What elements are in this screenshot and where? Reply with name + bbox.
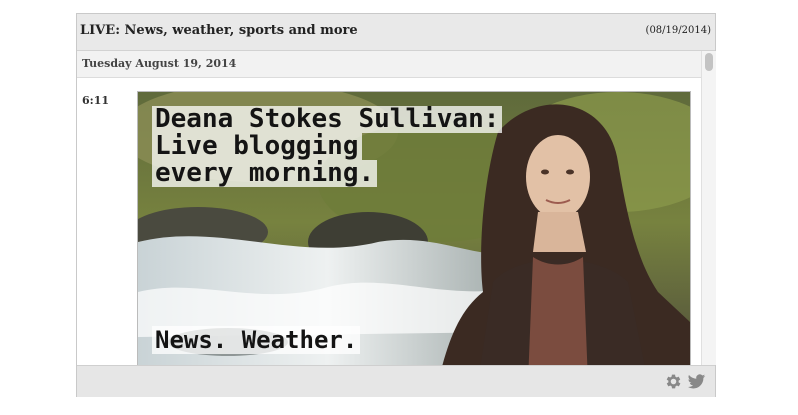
feed-scrollbar[interactable] bbox=[701, 51, 716, 365]
day-separator: Tuesday August 19, 2014 bbox=[77, 51, 701, 78]
entry-time: 6:11 bbox=[82, 94, 110, 107]
live-blog-widget: LIVE: News, weather, sports and more (08… bbox=[76, 13, 716, 397]
feed-area: Tuesday August 19, 2014 6:11 Deana Stoke… bbox=[77, 51, 701, 365]
image-caption-line-1: Deana Stokes Sullivan: bbox=[152, 106, 503, 133]
image-caption-line-2: Live blogging bbox=[152, 133, 362, 160]
entry-image[interactable]: Deana Stokes Sullivan: Live blogging eve… bbox=[137, 91, 691, 365]
widget-title: LIVE: News, weather, sports and more bbox=[80, 23, 358, 38]
widget-header: LIVE: News, weather, sports and more (08… bbox=[77, 14, 715, 51]
scrollbar-thumb[interactable] bbox=[705, 53, 713, 71]
image-caption-line-3: every morning. bbox=[152, 160, 378, 187]
image-caption-bottom: News. Weather. bbox=[152, 326, 361, 354]
day-label: Tuesday August 19, 2014 bbox=[82, 57, 237, 70]
widget-footer bbox=[77, 365, 715, 397]
gear-icon[interactable] bbox=[664, 372, 683, 391]
widget-date: (08/19/2014) bbox=[645, 25, 711, 36]
twitter-icon[interactable] bbox=[687, 372, 706, 391]
